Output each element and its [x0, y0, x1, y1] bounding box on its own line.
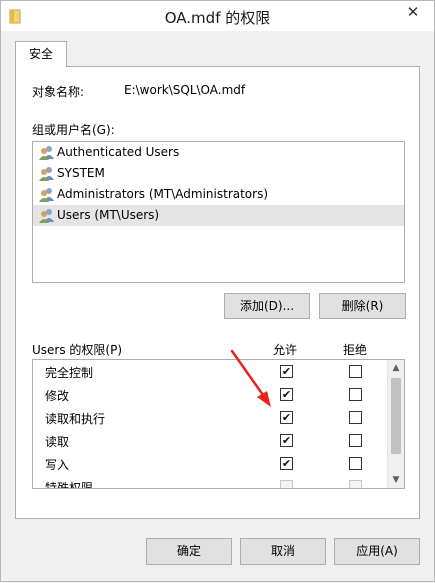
perm-name: 特殊权限	[45, 481, 94, 489]
users-group-icon	[39, 167, 54, 181]
security-tab-panel: 对象名称: E:\work\SQL\OA.mdf 组或用户名(G): Authe…	[15, 66, 420, 519]
user-name: SYSTEM	[57, 166, 105, 180]
perm-row-read-execute: 读取和执行 ✔	[33, 406, 388, 429]
permissions-dialog: OA.mdf 的权限 ✕ 安全 对象名称: E:\work\SQL\OA.mdf…	[0, 0, 435, 582]
perm-name: 完全控制	[45, 366, 94, 380]
perm-name: 读取	[45, 435, 70, 449]
users-group-icon	[39, 209, 54, 223]
perm-row-write: 写入 ✔	[33, 452, 388, 475]
allow-column-header: 允许	[273, 343, 298, 357]
users-group-icon	[39, 188, 54, 202]
tab-security[interactable]: 安全	[15, 41, 67, 67]
cancel-button[interactable]: 取消	[240, 538, 326, 565]
users-group-icon	[39, 146, 54, 160]
perm-row-special: 特殊权限	[33, 475, 388, 489]
group-user-list[interactable]: Authenticated Users SYSTEM Administrator…	[32, 141, 405, 283]
perm-row-read: 读取 ✔	[33, 429, 388, 452]
group-user-label: 组或用户名(G):	[32, 123, 115, 137]
allow-checkbox[interactable]: ✔	[280, 434, 293, 447]
perm-row-full-control: 完全控制 ✔	[33, 360, 388, 383]
user-row-system[interactable]: SYSTEM	[33, 163, 404, 184]
allow-checkbox[interactable]: ✔	[280, 411, 293, 424]
perm-name: 修改	[45, 389, 70, 403]
scroll-down-arrow-icon[interactable]: ▼	[388, 472, 404, 488]
window-title: OA.mdf 的权限	[164, 9, 271, 27]
title-bar: OA.mdf 的权限 ✕	[1, 1, 434, 31]
perm-name: 读取和执行	[45, 412, 106, 426]
allow-checkbox[interactable]: ✔	[280, 388, 293, 401]
deny-checkbox[interactable]	[349, 411, 362, 424]
user-row-authenticated-users[interactable]: Authenticated Users	[33, 142, 404, 163]
deny-checkbox[interactable]	[349, 457, 362, 470]
permissions-list: 完全控制 ✔ 修改 ✔ 读取和执行 ✔ 读取 ✔ 写入 ✔ 特殊权限 ▲ ▼	[32, 359, 405, 489]
user-row-users[interactable]: Users (MT\Users)	[33, 205, 404, 226]
apply-button[interactable]: 应用(A)	[334, 538, 420, 565]
perm-name: 写入	[45, 458, 70, 472]
deny-checkbox[interactable]	[349, 388, 362, 401]
object-name-label: 对象名称:	[32, 85, 85, 99]
ok-button[interactable]: 确定	[146, 538, 232, 565]
permissions-scrollbar[interactable]: ▲ ▼	[387, 360, 404, 488]
scroll-thumb[interactable]	[391, 378, 401, 454]
deny-column-header: 拒绝	[343, 343, 368, 357]
user-name: Administrators (MT\Administrators)	[57, 187, 269, 201]
user-name: Authenticated Users	[57, 145, 180, 159]
user-name: Users (MT\Users)	[57, 208, 160, 222]
allow-checkbox[interactable]: ✔	[280, 457, 293, 470]
deny-checkbox[interactable]	[349, 365, 362, 378]
close-button[interactable]: ✕	[398, 1, 428, 23]
perm-row-modify: 修改 ✔	[33, 383, 388, 406]
allow-checkbox[interactable]: ✔	[280, 365, 293, 378]
add-button[interactable]: 添加(D)...	[224, 293, 310, 319]
user-row-administrators[interactable]: Administrators (MT\Administrators)	[33, 184, 404, 205]
object-name-value: E:\work\SQL\OA.mdf	[124, 83, 246, 97]
allow-checkbox	[280, 480, 293, 488]
deny-checkbox[interactable]	[349, 434, 362, 447]
scroll-up-arrow-icon[interactable]: ▲	[388, 360, 404, 376]
deny-checkbox	[349, 480, 362, 488]
remove-button[interactable]: 删除(R)	[319, 293, 406, 319]
permissions-label: Users 的权限(P)	[32, 343, 123, 357]
